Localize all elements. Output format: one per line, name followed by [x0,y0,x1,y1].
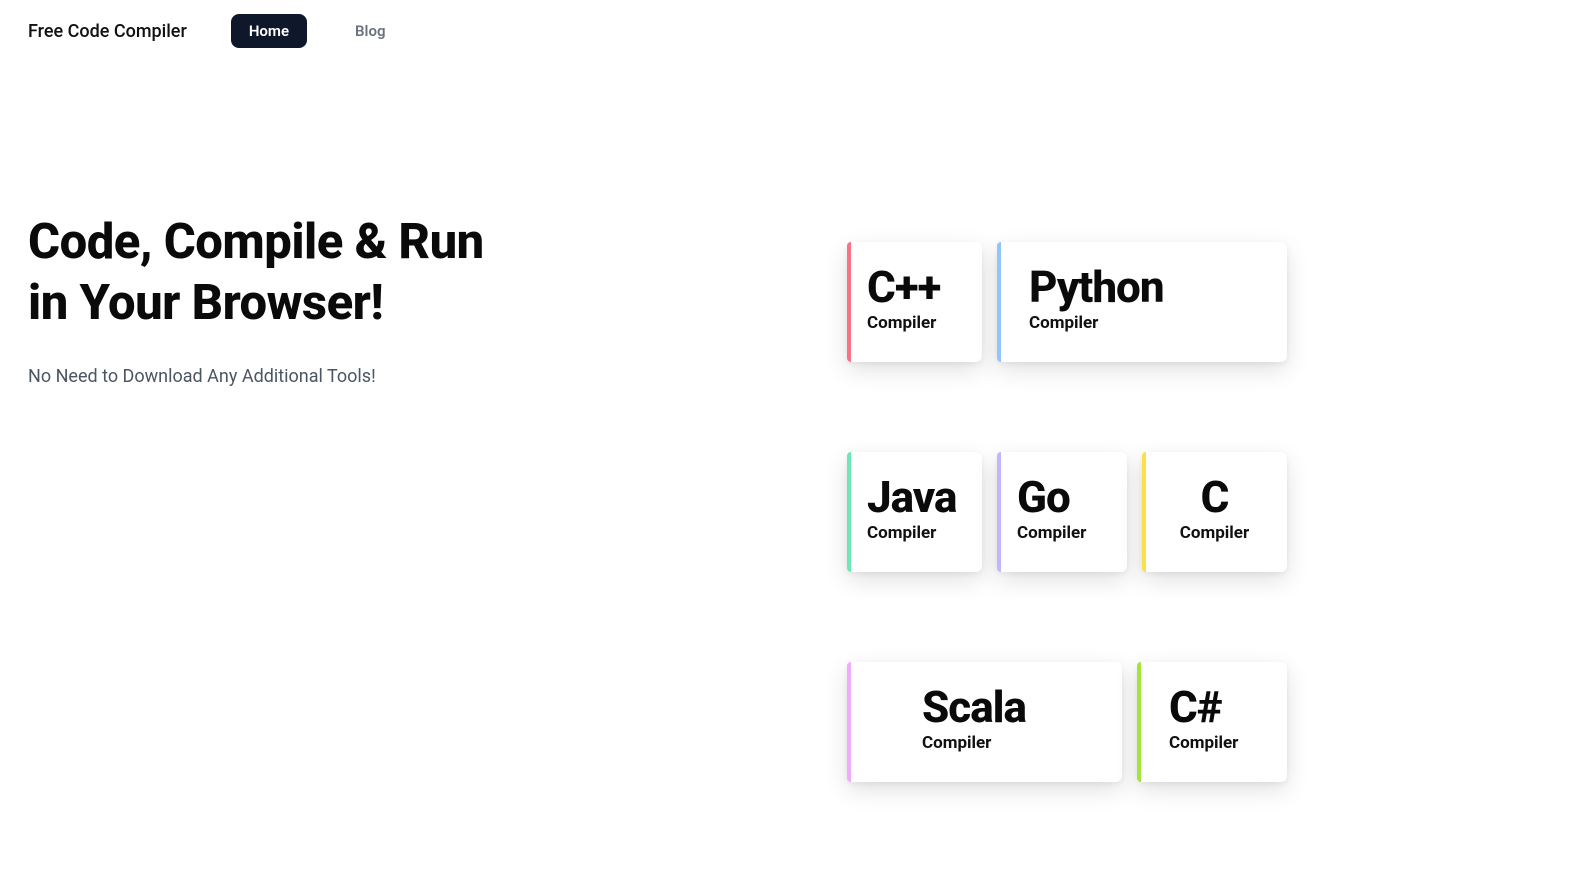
card-accent [847,662,851,782]
card-title: Java [867,475,962,519]
card-inner: Java Compiler [867,475,962,543]
card-accent [1142,452,1146,572]
compiler-card-cpp[interactable]: C++ Compiler [847,242,982,362]
main-content: Code, Compile & Run in Your Browser! No … [0,62,1575,782]
card-accent [1137,662,1141,782]
card-row-1: C++ Compiler Python Compiler [847,242,1287,362]
card-accent [847,452,851,572]
compiler-card-go[interactable]: Go Compiler [997,452,1127,572]
card-title: C++ [867,265,962,309]
card-accent [997,452,1001,572]
hero-subtext: No Need to Download Any Additional Tools… [28,366,807,387]
nav-home[interactable]: Home [231,14,307,48]
card-row-2: Java Compiler Go Compiler C Compiler [847,452,1287,572]
brand-title[interactable]: Free Code Compiler [28,21,187,42]
card-accent [997,242,1001,362]
card-sub: Compiler [867,313,962,333]
compiler-cards: C++ Compiler Python Compiler Java Compil… [847,192,1287,782]
card-title: Python [1029,265,1267,309]
card-title: Go [1017,475,1107,519]
compiler-card-c[interactable]: C Compiler [1142,452,1287,572]
hero-heading-line2: in Your Browser! [28,274,383,331]
card-inner: C++ Compiler [867,265,962,333]
hero-section: Code, Compile & Run in Your Browser! No … [28,192,807,782]
hero-heading-line1: Code, Compile & Run [28,213,484,270]
card-accent [847,242,851,362]
card-sub: Compiler [922,733,1102,753]
nav-links: Home Blog [231,14,404,48]
card-sub: Compiler [867,523,962,543]
card-inner: C# Compiler [1169,685,1267,753]
compiler-card-scala[interactable]: Scala Compiler [847,662,1122,782]
card-title: Scala [922,685,1102,729]
card-inner: C Compiler [1162,475,1267,543]
compiler-card-csharp[interactable]: C# Compiler [1137,662,1287,782]
compiler-card-java[interactable]: Java Compiler [847,452,982,572]
card-sub: Compiler [1169,733,1267,753]
card-title: C# [1169,685,1267,729]
card-title: C [1162,475,1267,519]
navbar: Free Code Compiler Home Blog [0,0,1575,62]
card-inner: Python Compiler [1029,265,1267,333]
compiler-card-python[interactable]: Python Compiler [997,242,1287,362]
card-sub: Compiler [1029,313,1267,333]
card-row-3: Scala Compiler C# Compiler [847,662,1287,782]
hero-heading: Code, Compile & Run in Your Browser! [28,212,807,334]
nav-blog[interactable]: Blog [337,14,403,48]
card-inner: Scala Compiler [922,685,1102,753]
card-sub: Compiler [1017,523,1107,543]
card-sub: Compiler [1162,523,1267,543]
card-inner: Go Compiler [1017,475,1107,543]
